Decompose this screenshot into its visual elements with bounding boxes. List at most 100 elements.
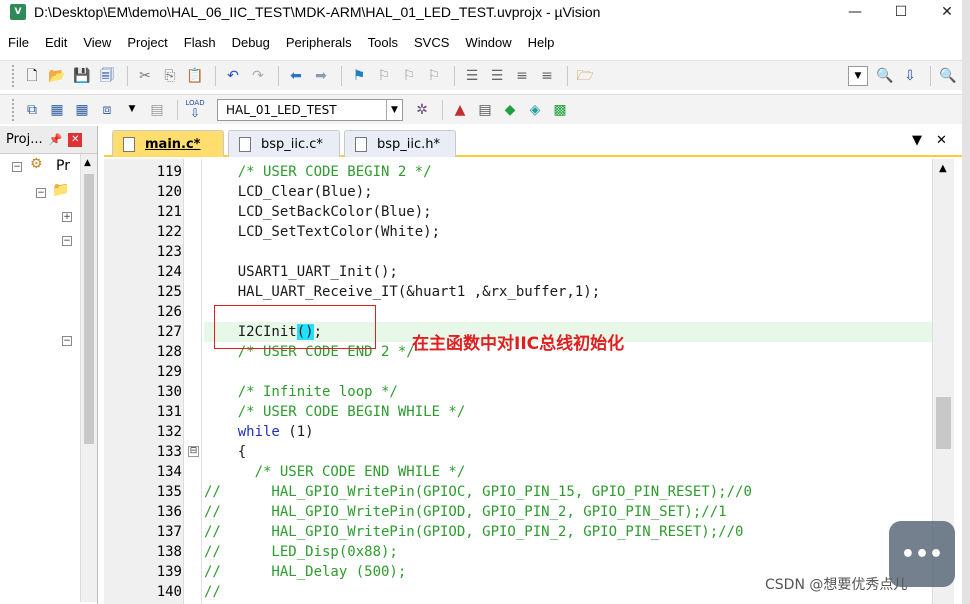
code-line[interactable]: // HAL_GPIO_WritePin(GPIOD, GPIO_PIN_2, … <box>204 502 727 522</box>
find-in-files-icon[interactable]: 🗁 <box>574 65 596 87</box>
find-combo-dropdown-icon[interactable]: ▼ <box>848 65 868 86</box>
code-line[interactable]: HAL_UART_Receive_IT(&huart1 ,&rx_buffer,… <box>204 282 600 302</box>
menu-help[interactable]: Help <box>520 35 563 50</box>
tab-bsp-iic-c[interactable]: bsp_iic.c* <box>228 130 340 157</box>
redo-icon[interactable]: ↷ <box>247 65 269 87</box>
code-line[interactable]: // HAL_Delay (500); <box>204 562 406 582</box>
code-line[interactable]: /* USER CODE END WHILE */ <box>204 462 466 482</box>
close-tab-icon[interactable]: ✕ <box>936 133 947 148</box>
scroll-up-icon[interactable]: ▲ <box>939 163 947 174</box>
scroll-up-icon[interactable]: ▲ <box>84 158 91 168</box>
translate-icon[interactable]: ⧉ <box>21 99 43 121</box>
load-download-icon[interactable]: LOAD ⇩ <box>184 99 206 121</box>
code-line[interactable]: /* Infinite loop */ <box>204 382 398 402</box>
code-line[interactable]: LCD_SetTextColor(White); <box>204 222 440 242</box>
target-folder-icon[interactable]: 📁 <box>52 182 69 198</box>
collapse-icon[interactable]: − <box>62 236 72 246</box>
target-options-icon[interactable]: ✲ <box>411 99 433 121</box>
new-file-icon[interactable]: 🗋 <box>21 65 43 87</box>
nav-forward-icon[interactable]: ➡ <box>310 65 332 87</box>
search-icon[interactable]: 🔍 <box>874 65 896 87</box>
manage-project-items-icon[interactable]: ▲ <box>449 99 471 121</box>
file-icon <box>355 136 367 152</box>
software-components-icon[interactable]: ▩ <box>549 99 571 121</box>
menu-project[interactable]: Project <box>119 35 175 50</box>
collapse-icon[interactable]: − <box>36 188 46 198</box>
line-number: 133 <box>156 444 182 460</box>
project-scrollbar[interactable]: ▲ <box>80 154 97 602</box>
scroll-thumb[interactable] <box>84 174 94 444</box>
copy-icon[interactable]: ⎘ <box>159 65 181 87</box>
indent-icon[interactable]: ☰ <box>461 65 483 87</box>
bookmark-icon[interactable]: ⚑ <box>348 65 370 87</box>
pack-installer-icon[interactable]: ◈ <box>524 99 546 121</box>
target-select[interactable]: HAL_01_LED_TEST ▼ <box>217 98 403 121</box>
code-line[interactable]: while (1) <box>204 422 314 442</box>
menu-edit[interactable]: Edit <box>37 35 75 50</box>
incremental-find-icon[interactable]: ⇩ <box>899 65 921 87</box>
code-line[interactable]: LCD_Clear(Blue); <box>204 182 373 202</box>
toolbar-grip[interactable] <box>12 64 15 87</box>
select-packs-icon[interactable]: ▤ <box>474 99 496 121</box>
manage-run-time-icon[interactable]: ◆ <box>499 99 521 121</box>
code-keyword: while <box>204 424 280 440</box>
minimize-button[interactable]: — <box>832 0 878 24</box>
maximize-button[interactable]: ☐ <box>878 0 924 24</box>
menu-flash[interactable]: Flash <box>176 35 224 50</box>
scroll-thumb[interactable] <box>936 397 951 449</box>
chevron-down-icon[interactable]: ▼ <box>386 99 402 120</box>
menu-view[interactable]: View <box>75 35 119 50</box>
code-line[interactable]: /* USER CODE BEGIN WHILE */ <box>204 402 466 422</box>
code-line[interactable]: USART1_UART_Init(); <box>204 262 398 282</box>
close-panel-icon[interactable]: ✕ <box>68 132 83 147</box>
tab-main-c[interactable]: main.c* <box>112 130 224 157</box>
menu-debug[interactable]: Debug <box>224 35 278 50</box>
nav-back-icon[interactable]: ⬅ <box>285 65 307 87</box>
save-all-icon[interactable]: 🗐 <box>96 65 118 87</box>
code-line[interactable]: // HAL_GPIO_WritePin(GPIOC, GPIO_PIN_15,… <box>204 482 752 502</box>
code-editor[interactable]: 119 120 121 122 123 124 125 126 127 128 129 130 131 1… <box>104 159 962 604</box>
code-line[interactable]: { <box>204 442 246 462</box>
code-line[interactable]: // <box>204 582 221 602</box>
menu-window[interactable]: Window <box>457 35 519 50</box>
open-folder-icon[interactable]: 📂 <box>46 65 68 87</box>
debug-session-icon[interactable]: 🔍 <box>937 65 959 87</box>
undo-icon[interactable]: ↶ <box>222 65 244 87</box>
stop-build-icon[interactable]: ▤ <box>146 99 168 121</box>
menu-svcs[interactable]: SVCS <box>406 35 457 50</box>
code-line[interactable]: /* USER CODE BEGIN 2 */ <box>204 162 432 182</box>
tab-bsp-iic-h[interactable]: bsp_iic.h* <box>344 130 456 157</box>
tab-list-dropdown-icon[interactable]: ▼ <box>912 133 922 148</box>
project-root-label[interactable]: Pr <box>56 158 70 174</box>
collapse-icon[interactable]: − <box>12 162 22 172</box>
code-line[interactable]: // HAL_GPIO_WritePin(GPIOD, GPIO_PIN_2, … <box>204 522 743 542</box>
rebuild-icon[interactable]: ▦ <box>71 99 93 121</box>
annotation-text: 在主函数中对IIC总线初始化 <box>412 334 625 354</box>
comment-icon[interactable]: ≡ <box>511 65 533 87</box>
menu-file[interactable]: File <box>0 35 37 50</box>
build-icon[interactable]: ▦ <box>46 99 68 121</box>
cut-icon[interactable]: ✂ <box>134 65 156 87</box>
unindent-icon[interactable]: ☰ <box>486 65 508 87</box>
code-area[interactable]: /* USER CODE BEGIN 2 */ LCD_Clear(Blue);… <box>204 159 932 604</box>
clear-bookmarks-icon[interactable]: ⚐ <box>423 65 445 87</box>
menu-peripherals[interactable]: Peripherals <box>278 35 360 50</box>
outer-scrollbar[interactable] <box>962 0 970 604</box>
toolbar-grip[interactable] <box>12 98 15 121</box>
next-bookmark-icon[interactable]: ⚐ <box>398 65 420 87</box>
collapse-icon[interactable]: − <box>62 336 72 346</box>
code-line[interactable]: // LED_Disp(0x88); <box>204 542 398 562</box>
paste-icon[interactable]: 📋 <box>184 65 206 87</box>
pin-icon[interactable]: 📌 <box>49 133 63 146</box>
fold-toggle-icon[interactable]: ⊟ <box>188 446 199 457</box>
batch-build-icon[interactable]: ⧈ <box>96 99 118 121</box>
save-icon[interactable]: 💾 <box>71 65 93 87</box>
expand-icon[interactable]: + <box>62 212 72 222</box>
menu-tools[interactable]: Tools <box>360 35 406 50</box>
prev-bookmark-icon[interactable]: ⚐ <box>373 65 395 87</box>
code-line[interactable]: LCD_SetBackColor(Blue); <box>204 202 432 222</box>
uncomment-icon[interactable]: ≡ <box>536 65 558 87</box>
batch-dropdown-icon[interactable]: ▼ <box>121 99 143 121</box>
line-number: 130 <box>156 384 182 400</box>
line-number: 140 <box>156 584 182 600</box>
